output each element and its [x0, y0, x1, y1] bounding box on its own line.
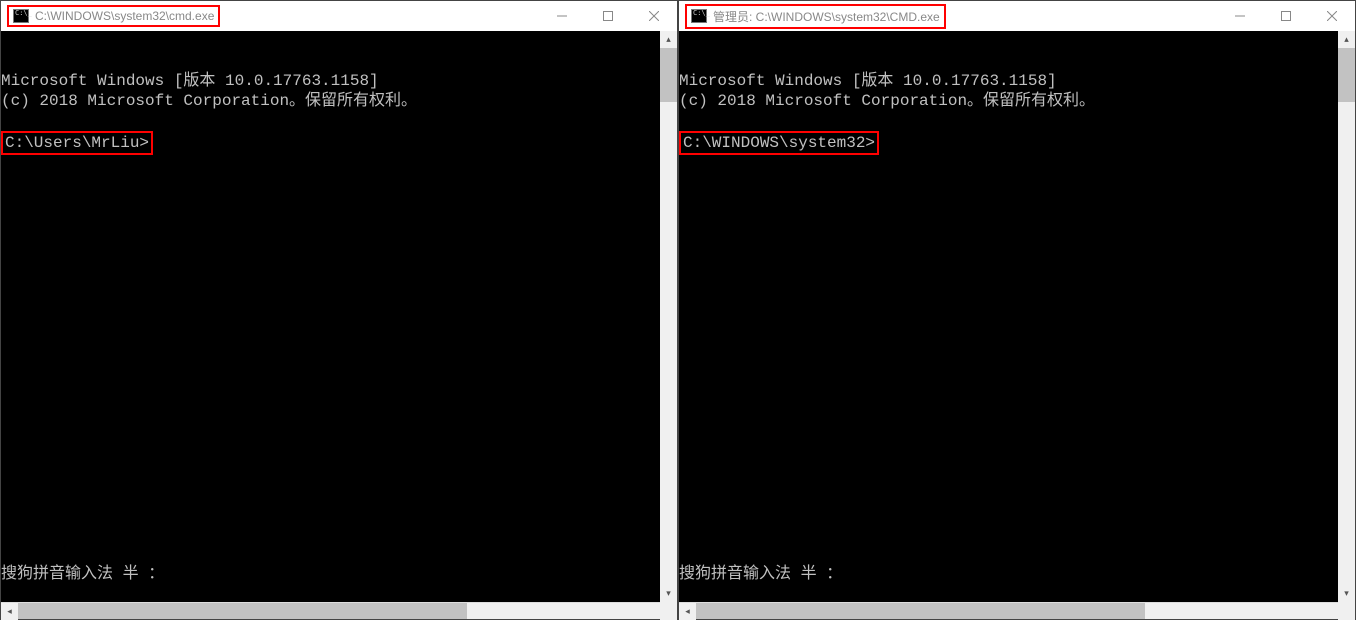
cmd-window-left: C:\WINDOWS\system32\cmd.exe Microsoft Wi…	[0, 0, 678, 620]
terminal-right[interactable]: Microsoft Windows [版本 10.0.17763.1158] (…	[679, 31, 1355, 602]
scroll-thumb-horizontal[interactable]	[18, 603, 467, 619]
scroll-thumb-vertical[interactable]	[1338, 48, 1355, 102]
close-button[interactable]	[1309, 1, 1355, 31]
version-line: Microsoft Windows [版本 10.0.17763.1158]	[679, 72, 1057, 90]
titlebar-left[interactable]: C:\WINDOWS\system32\cmd.exe	[1, 1, 677, 31]
cmd-icon	[13, 9, 29, 23]
terminal-content-left: Microsoft Windows [版本 10.0.17763.1158] (…	[1, 71, 677, 155]
close-button[interactable]	[631, 1, 677, 31]
scroll-thumb-vertical[interactable]	[660, 48, 677, 102]
scroll-down-icon[interactable]: ▾	[660, 585, 677, 602]
scroll-left-icon[interactable]: ◂	[679, 603, 696, 620]
scrollbar-horizontal-left[interactable]: ◂ ▸	[1, 602, 677, 619]
scroll-left-icon[interactable]: ◂	[1, 603, 18, 620]
scroll-track-horizontal[interactable]	[696, 603, 1338, 619]
ime-status-left: 搜狗拼音输入法 半 ：	[1, 564, 164, 584]
scrollbar-horizontal-right[interactable]: ◂ ▸	[679, 602, 1355, 619]
maximize-button[interactable]	[585, 1, 631, 31]
minimize-button[interactable]	[539, 1, 585, 31]
maximize-button[interactable]	[1263, 1, 1309, 31]
version-line: Microsoft Windows [版本 10.0.17763.1158]	[1, 72, 379, 90]
minimize-button[interactable]	[1217, 1, 1263, 31]
ime-status-right: 搜狗拼音输入法 半 ：	[679, 564, 842, 584]
scroll-down-icon[interactable]: ▾	[1338, 585, 1355, 602]
prompt-right: C:\WINDOWS\system32>	[679, 131, 879, 155]
window-title-right: 管理员: C:\WINDOWS\system32\CMD.exe	[713, 8, 940, 25]
scroll-corner	[660, 602, 677, 619]
title-highlight-right: 管理员: C:\WINDOWS\system32\CMD.exe	[685, 4, 946, 29]
titlebar-right[interactable]: 管理员: C:\WINDOWS\system32\CMD.exe	[679, 1, 1355, 31]
scrollbar-vertical-right[interactable]: ▴ ▾	[1338, 31, 1355, 602]
cmd-window-right: 管理员: C:\WINDOWS\system32\CMD.exe Microso…	[678, 0, 1356, 620]
terminal-left[interactable]: Microsoft Windows [版本 10.0.17763.1158] (…	[1, 31, 677, 602]
window-controls-right	[1217, 1, 1355, 31]
window-controls-left	[539, 1, 677, 31]
scroll-track-vertical[interactable]	[1338, 48, 1355, 585]
window-title-left: C:\WINDOWS\system32\cmd.exe	[35, 9, 214, 23]
scrollbar-vertical-left[interactable]: ▴ ▾	[660, 31, 677, 602]
scroll-up-icon[interactable]: ▴	[1338, 31, 1355, 48]
scroll-track-vertical[interactable]	[660, 48, 677, 585]
scroll-thumb-horizontal[interactable]	[696, 603, 1145, 619]
prompt-left: C:\Users\MrLiu>	[1, 131, 153, 155]
title-highlight-left: C:\WINDOWS\system32\cmd.exe	[7, 5, 220, 27]
terminal-content-right: Microsoft Windows [版本 10.0.17763.1158] (…	[679, 71, 1355, 155]
cmd-icon	[691, 9, 707, 23]
copyright-line: (c) 2018 Microsoft Corporation。保留所有权利。	[1, 92, 417, 110]
scroll-up-icon[interactable]: ▴	[660, 31, 677, 48]
copyright-line: (c) 2018 Microsoft Corporation。保留所有权利。	[679, 92, 1095, 110]
scroll-track-horizontal[interactable]	[18, 603, 660, 619]
scroll-corner	[1338, 602, 1355, 619]
